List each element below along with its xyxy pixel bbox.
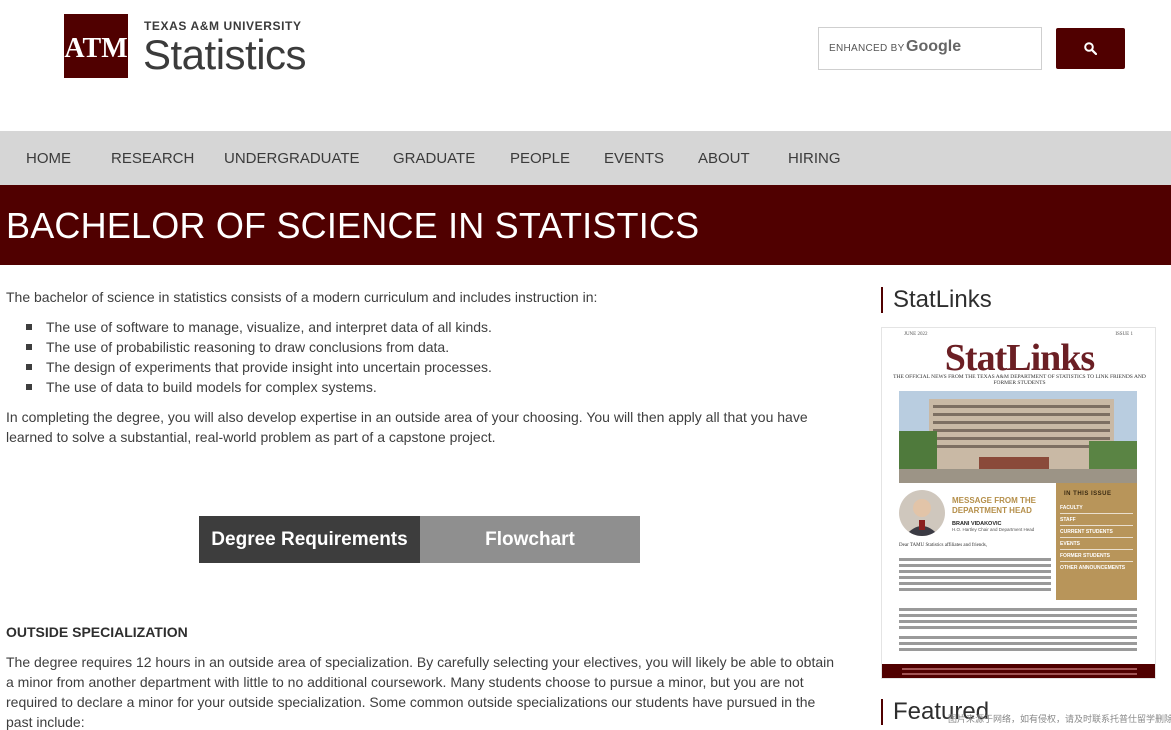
divider	[1060, 549, 1133, 550]
page-title-banner: BACHELOR OF SCIENCE IN STATISTICS	[0, 185, 1171, 265]
text-line	[899, 648, 1137, 651]
text-line	[899, 620, 1137, 623]
divider	[1060, 525, 1133, 526]
footer-text-line	[902, 668, 1137, 670]
watermark: 图片来源于网络，如有侵权，请及时联系托普仕留学删除	[948, 714, 1171, 724]
outside-specialization-paragraph: The degree requires 12 hours in an outsi…	[6, 654, 835, 730]
text-line	[899, 576, 1051, 579]
nav-item-people[interactable]: PEOPLE	[510, 150, 570, 167]
svg-text:ATM: ATM	[64, 33, 127, 64]
flowchart-button[interactable]: Flowchart	[420, 516, 640, 563]
nav-item-events[interactable]: EVENTS	[604, 150, 664, 167]
text-line	[899, 626, 1137, 629]
author-role: H.O. Hartley Chair and Department Head	[952, 527, 1035, 532]
curriculum-list: The use of software to manage, visualize…	[26, 317, 492, 397]
search-input[interactable]: ENHANCED BY Google	[818, 27, 1042, 70]
divider	[1060, 561, 1133, 562]
text-line	[899, 588, 1051, 591]
site-header: ATM TEXAS A&M UNIVERSITY Statistics ENHA…	[0, 0, 1171, 131]
toc-item: OTHER ANNOUNCEMENTS	[1060, 565, 1126, 571]
list-item: The use of probabilistic reasoning to dr…	[26, 337, 492, 357]
text-line	[899, 614, 1137, 617]
nav-item-graduate[interactable]: GRADUATE	[393, 150, 475, 167]
toc-item: CURRENT STUDENTS	[1060, 529, 1113, 535]
toc-item: STAFF	[1060, 517, 1076, 523]
footer-text-line	[902, 673, 1137, 675]
nav-item-undergraduate[interactable]: UNDERGRADUATE	[224, 150, 360, 167]
message-heading: MESSAGE FROM THE DEPARTMENT HEAD	[952, 496, 1037, 515]
outside-specialization-heading: OUTSIDE SPECIALIZATION	[6, 624, 188, 640]
divider	[1060, 513, 1133, 514]
department-head-photo	[899, 490, 945, 536]
toc-item: FACULTY	[1060, 505, 1083, 511]
list-item: The design of experiments that provide i…	[26, 359, 492, 375]
intro-paragraph: The bachelor of science in statistics co…	[6, 289, 598, 305]
statlinks-heading: StatLinks	[881, 287, 992, 313]
google-logo: Google	[906, 38, 962, 55]
toc-item: FORMER STUDENTS	[1060, 553, 1110, 559]
search-icon	[1084, 42, 1097, 55]
nav-item-hiring[interactable]: HIRING	[788, 150, 841, 167]
building-photo	[899, 391, 1137, 483]
tamu-logo[interactable]: ATM	[64, 14, 128, 78]
toc-item: EVENTS	[1060, 541, 1081, 547]
text-line	[899, 564, 1051, 567]
statlinks-newsletter-thumbnail[interactable]: JUNE 2022 ISSUE 1 StatLinks THE OFFICIAL…	[881, 327, 1156, 679]
capstone-paragraph: In completing the degree, you will also …	[6, 409, 808, 445]
text-line	[899, 608, 1137, 611]
in-this-issue-panel: IN THIS ISSUE FACULTY STAFF CURRENT STUD…	[1056, 483, 1137, 600]
nav-item-research[interactable]: RESEARCH	[111, 150, 194, 167]
text-line	[899, 642, 1137, 645]
degree-requirements-button[interactable]: Degree Requirements	[199, 516, 420, 563]
text-line	[899, 558, 1051, 561]
newsletter-footer	[882, 664, 1155, 678]
site-title[interactable]: Statistics	[143, 31, 307, 79]
newsletter-greeting: Dear TAMU Statistics affiliates and frie…	[899, 543, 988, 548]
list-item: The use of data to build models for comp…	[26, 377, 492, 397]
main-navigation: HOME RESEARCH UNDERGRADUATE GRADUATE PEO…	[0, 131, 1171, 185]
nav-item-about[interactable]: ABOUT	[698, 150, 750, 167]
newsletter-subtitle: THE OFFICIAL NEWS FROM THE TEXAS A&M DEP…	[893, 374, 1146, 386]
search-button[interactable]	[1056, 28, 1125, 69]
divider	[1060, 537, 1133, 538]
atm-logo-icon: ATM	[64, 14, 128, 78]
page-title: BACHELOR OF SCIENCE IN STATISTICS	[6, 205, 700, 246]
list-item: The use of software to manage, visualize…	[26, 319, 492, 335]
text-line	[899, 570, 1051, 573]
in-this-issue-heading: IN THIS ISSUE	[1064, 491, 1112, 497]
search-enhanced-label: ENHANCED BY	[829, 43, 905, 54]
nav-item-home[interactable]: HOME	[26, 150, 71, 167]
text-line	[899, 582, 1051, 585]
text-line	[899, 636, 1137, 639]
